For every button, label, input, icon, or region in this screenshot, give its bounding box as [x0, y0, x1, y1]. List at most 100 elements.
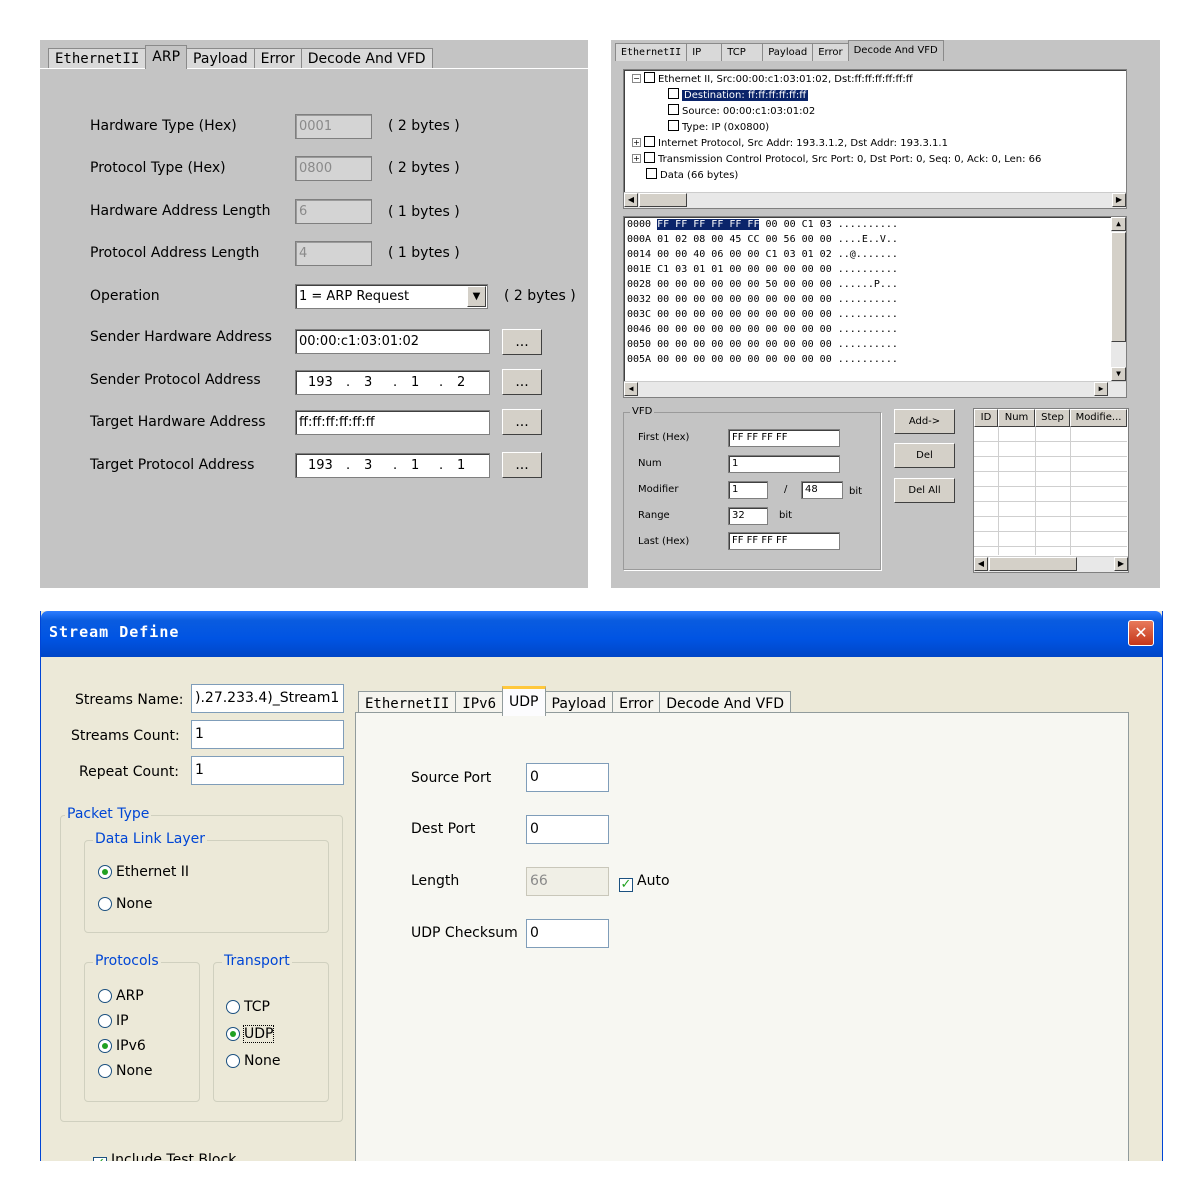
tab-udp[interactable]: UDP	[502, 686, 546, 716]
last-hex-field[interactable]: FF FF FF FF	[728, 532, 840, 550]
hex-ascii: ..........	[837, 294, 898, 305]
radio-ip-label: IP	[116, 1013, 129, 1029]
scroll-thumb[interactable]	[639, 193, 687, 207]
checkbox-icon[interactable]	[644, 72, 655, 83]
expand-icon[interactable]: +	[632, 138, 641, 147]
checkbox-icon[interactable]	[644, 152, 655, 163]
scroll-thumb[interactable]	[1111, 232, 1126, 342]
hex-horizontal-scrollbar[interactable]: ◀ ▶	[624, 381, 1126, 397]
hex-vertical-scrollbar[interactable]: ▲ ▼	[1111, 217, 1126, 381]
tab-ip[interactable]: IP	[686, 43, 723, 61]
close-icon[interactable]: ✕	[1128, 620, 1154, 646]
repeat-count-field[interactable]: 1	[191, 756, 344, 785]
scroll-down-icon[interactable]: ▼	[1111, 367, 1126, 381]
streams-name-field[interactable]: ).27.233.4)_Stream1	[191, 684, 344, 713]
add-button[interactable]: Add->	[894, 409, 955, 434]
collapse-icon[interactable]: −	[632, 74, 641, 83]
sender-hw-browse-button[interactable]: ...	[502, 329, 542, 355]
modifier-width-field[interactable]: 48	[801, 481, 843, 499]
ip-octet: 3	[364, 375, 373, 390]
expand-icon[interactable]: +	[632, 154, 641, 163]
operation-value: 1 = ARP Request	[299, 289, 410, 304]
tree-tcp-node[interactable]: + Transmission Control Protocol, Src Port…	[632, 152, 1041, 167]
tab-payload[interactable]: Payload	[186, 48, 255, 69]
tab-error[interactable]: Error	[812, 43, 849, 61]
del-all-button[interactable]: Del All	[894, 478, 955, 503]
scroll-right-icon[interactable]: ▶	[1112, 193, 1126, 207]
target-hw-field[interactable]: ff:ff:ff:ff:ff:ff	[295, 410, 490, 435]
scroll-left-icon[interactable]: ◀	[624, 382, 638, 396]
tree-ip-node[interactable]: + Internet Protocol, Src Addr: 193.3.1.2,…	[632, 136, 948, 151]
tab-decode-and-vfd[interactable]: Decode And VFD	[300, 48, 433, 69]
dropdown-arrow-icon[interactable]: ▼	[467, 286, 486, 307]
checkbox-icon[interactable]	[646, 168, 657, 179]
radio-ethernet-ii[interactable]: Ethernet II	[98, 864, 189, 880]
tree-source-node[interactable]: Source: 00:00:c1:03:01:02	[668, 104, 815, 119]
modifier-field[interactable]: 1	[728, 481, 768, 499]
checkbox-icon[interactable]	[668, 120, 679, 131]
target-proto-browse-button[interactable]: ...	[502, 452, 542, 478]
dest-port-field[interactable]: 0	[526, 815, 609, 844]
radio-arp[interactable]: ARP	[98, 988, 144, 1004]
protocols-label: Protocols	[93, 953, 161, 969]
grid-header-step[interactable]: Step	[1035, 409, 1070, 427]
title-bar[interactable]: Stream Define ✕	[41, 611, 1162, 657]
sender-ip-field[interactable]: 193 . 3 . 1 . 2	[295, 370, 490, 395]
checkbox-icon[interactable]	[668, 88, 679, 99]
num-field[interactable]: 1	[728, 455, 840, 473]
radio-transport-none[interactable]: None	[226, 1053, 281, 1069]
scroll-thumb[interactable]	[989, 557, 1077, 571]
tab-error[interactable]: Error	[253, 48, 302, 69]
grid-header-modifier[interactable]: Modifie...	[1070, 409, 1127, 427]
grid-header-num[interactable]: Num	[998, 409, 1035, 427]
scroll-right-icon[interactable]: ▶	[1094, 382, 1108, 396]
tab-payload[interactable]: Payload	[762, 43, 814, 61]
target-hw-browse-button[interactable]: ...	[502, 409, 542, 435]
tree-destination-node[interactable]: Destination: ff:ff:ff:ff:ff:ff	[668, 88, 809, 103]
sender-hw-field[interactable]: 00:00:c1:03:01:02	[295, 329, 490, 354]
first-hex-field[interactable]: FF FF FF FF	[728, 429, 840, 447]
hex-row: 003C 00 00 00 00 00 00 00 00 00 00 .....…	[627, 308, 898, 323]
tree-horizontal-scrollbar[interactable]: ◀ ▶	[624, 192, 1126, 208]
scroll-left-icon[interactable]: ◀	[624, 193, 638, 207]
hex-dump[interactable]: 0000 FF FF FF FF FF FF 00 00 C1 03 .....…	[623, 216, 1127, 398]
tab-error-label: Error	[260, 51, 295, 67]
range-field[interactable]: 32	[728, 507, 768, 525]
checkmark-icon: ✓	[93, 1157, 107, 1161]
del-button[interactable]: Del	[894, 443, 955, 468]
tree-data-node[interactable]: Data (66 bytes)	[646, 168, 738, 183]
auto-checkbox[interactable]: ✓ Auto	[619, 873, 670, 892]
ip-octet: 1	[457, 458, 466, 473]
scroll-right-icon[interactable]: ▶	[1114, 557, 1128, 571]
target-ip-field[interactable]: 193 . 3 . 1 . 1	[295, 453, 490, 478]
udp-checksum-field[interactable]: 0	[526, 919, 609, 948]
grid-horizontal-scrollbar[interactable]: ◀ ▶	[974, 556, 1128, 572]
include-test-block-checkbox[interactable]: ✓ Include Test Block	[93, 1152, 236, 1161]
radio-protocol-none[interactable]: None	[98, 1063, 153, 1079]
sender-proto-browse-button[interactable]: ...	[502, 369, 542, 395]
radio-icon	[98, 1014, 112, 1028]
scroll-left-icon[interactable]: ◀	[974, 557, 988, 571]
grid-header-id[interactable]: ID	[974, 409, 998, 427]
arp-tabbar: EthernetII ARP Payload Error Decode And …	[48, 45, 433, 69]
checkbox-icon[interactable]	[668, 104, 679, 115]
radio-ip[interactable]: IP	[98, 1013, 129, 1029]
vfd-list-grid[interactable]: ID Num Step Modifie... ◀ ▶	[973, 408, 1129, 573]
tab-ethernetii[interactable]: EthernetII	[48, 48, 147, 69]
radio-tcp[interactable]: TCP	[226, 999, 270, 1015]
tab-arp[interactable]: ARP	[145, 45, 188, 69]
scroll-up-icon[interactable]: ▲	[1111, 217, 1126, 231]
tab-tcp[interactable]: TCP	[721, 43, 764, 61]
tree-ethernet-node[interactable]: − Ethernet II, Src:00:00:c1:03:01:02, Dst…	[632, 72, 913, 87]
source-port-field[interactable]: 0	[526, 763, 609, 792]
tab-ethernetii[interactable]: EthernetII	[615, 43, 688, 61]
radio-ipv6[interactable]: IPv6	[98, 1038, 146, 1054]
radio-udp[interactable]: UDP	[226, 1025, 275, 1043]
hex-bytes: 00 00 00 00 00 00 50 00 00 00	[657, 279, 838, 290]
tab-decode-and-vfd[interactable]: Decode And VFD	[847, 40, 944, 61]
operation-select[interactable]: 1 = ARP Request	[295, 284, 488, 309]
radio-datalink-none[interactable]: None	[98, 896, 153, 912]
checkbox-icon[interactable]	[644, 136, 655, 147]
streams-count-field[interactable]: 1	[191, 720, 344, 749]
tree-type-node[interactable]: Type: IP (0x0800)	[668, 120, 769, 135]
